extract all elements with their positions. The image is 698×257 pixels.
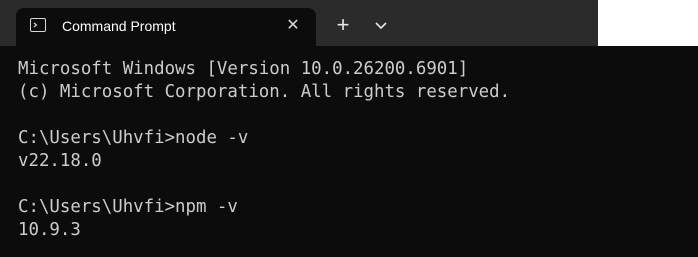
terminal-icon bbox=[30, 18, 46, 32]
tab-title: Command Prompt bbox=[62, 18, 176, 34]
console-line: Microsoft Windows [Version 10.0.26200.69… bbox=[18, 59, 469, 79]
console-line: (c) Microsoft Corporation. All rights re… bbox=[18, 82, 511, 102]
tab-bar: Command Prompt ✕ + bbox=[0, 0, 698, 46]
console-line: C:\Users\Uhvfi>npm -v bbox=[18, 197, 238, 217]
titlebar-blank-area bbox=[598, 0, 698, 46]
console-line: 10.9.3 bbox=[18, 220, 81, 240]
terminal-window: Command Prompt ✕ + Microsoft Windows [Ve… bbox=[0, 0, 698, 257]
console-line: C:\Users\Uhvfi>node -v bbox=[18, 128, 249, 148]
tab-command-prompt[interactable]: Command Prompt ✕ bbox=[16, 8, 316, 46]
console-output[interactable]: Microsoft Windows [Version 10.0.26200.69… bbox=[18, 58, 510, 242]
chevron-down-icon[interactable] bbox=[370, 14, 392, 36]
close-icon[interactable]: ✕ bbox=[284, 17, 302, 35]
console-line: v22.18.0 bbox=[18, 151, 102, 171]
plus-icon[interactable]: + bbox=[332, 14, 354, 36]
